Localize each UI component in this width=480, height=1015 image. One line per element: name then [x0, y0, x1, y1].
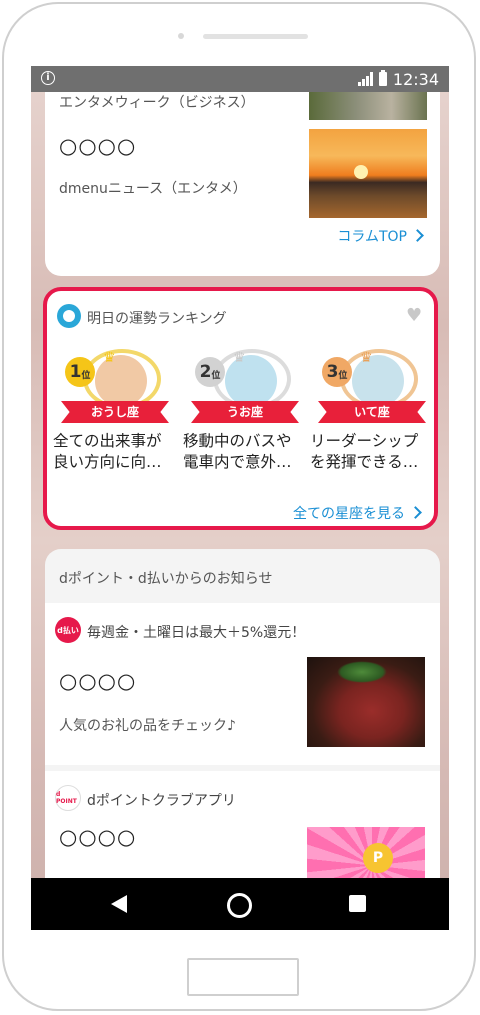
column-subtitle: エンタメウィーク（ビジネス） — [59, 95, 255, 111]
home-icon[interactable] — [227, 893, 252, 918]
notice-item-dbarai[interactable]: d払い 毎週金・土曜日は最大＋5%還元！ ○○○○ 人気のお礼の品をチェック♪ — [45, 603, 440, 765]
fortune-title: 明日の運勢ランキング — [87, 311, 227, 327]
column-thumbnail-top — [309, 88, 427, 120]
rank-desc-line1: 全ての出来事が — [53, 432, 162, 450]
rank-description: 全ての出来事が 良い方向に向… — [53, 431, 177, 473]
chevron-right-icon — [411, 229, 424, 242]
rank-description: リーダーシップ を発揮できる… — [310, 431, 434, 473]
android-nav-bar — [31, 878, 449, 930]
chevron-right-icon — [409, 506, 422, 519]
rank-suffix: 位 — [211, 371, 221, 381]
all-signs-link[interactable]: 全ての星座を見る — [293, 503, 422, 523]
rank-number: 1 — [69, 362, 82, 382]
column-headline[interactable]: ○○○○ — [59, 134, 136, 158]
speaker-grille — [203, 34, 308, 39]
rank-desc-line1: 移動中のバスや — [183, 432, 292, 450]
dpoint-logo-icon: d POINT — [55, 785, 81, 811]
column-top-link[interactable]: コラムTOP — [337, 226, 424, 246]
rank-number: 3 — [326, 362, 339, 382]
rank-suffix: 位 — [338, 371, 348, 381]
sign-ribbon: おうし座 — [61, 401, 169, 423]
back-icon[interactable] — [111, 895, 127, 913]
rank-desc-line2: 電車内で意外… — [183, 453, 292, 471]
steak-image[interactable] — [307, 657, 425, 747]
rank-suffix: 位 — [81, 371, 91, 381]
column-top-link-label: コラムTOP — [337, 229, 407, 245]
signal-icon — [357, 72, 373, 86]
fortune-ranking-card[interactable]: 明日の運勢ランキング ♥ ♛ 1位 おうし座 全ての出来事が 良い方向に向… ♛… — [43, 287, 438, 530]
rank-number: 2 — [199, 362, 212, 382]
sign-ribbon: いて座 — [318, 401, 426, 423]
notice-title: dポイントクラブアプリ — [87, 793, 236, 809]
column-thumbnail-sunset[interactable] — [309, 129, 427, 218]
rank-medal: 2位 — [195, 357, 225, 387]
dpoint-notices-card: dポイント・d払いからのお知らせ d払い 毎週金・土曜日は最大＋5%還元！ ○○… — [45, 549, 440, 930]
sign-ribbon: うお座 — [191, 401, 299, 423]
sun-graphic — [354, 165, 368, 179]
front-camera — [178, 33, 184, 39]
crown-icon: ♛ — [360, 350, 373, 366]
notice-title: 毎週金・土曜日は最大＋5%還元！ — [87, 625, 306, 641]
all-signs-link-label: 全ての星座を見る — [293, 506, 405, 522]
crown-icon: ♛ — [233, 350, 246, 366]
rank-desc-line1: リーダーシップ — [310, 432, 419, 450]
recent-apps-icon[interactable] — [349, 895, 366, 912]
column-card[interactable]: エンタメウィーク（ビジネス） ○○○○ dmenuニュース（エンタメ） コラムT… — [45, 66, 440, 276]
battery-icon — [378, 70, 387, 86]
rank-medal: 3位 — [322, 357, 352, 387]
rank-item-1[interactable]: ♛ 1位 おうし座 全ての出来事が 良い方向に向… — [53, 345, 177, 475]
crown-icon: ♛ — [103, 350, 116, 366]
screen: エンタメウィーク（ビジネス） ○○○○ dmenuニュース（エンタメ） コラムT… — [31, 66, 449, 930]
rank-medal: 1位 — [65, 357, 95, 387]
notices-header: dポイント・d払いからのお知らせ — [59, 571, 273, 587]
herb-garnish — [337, 661, 387, 683]
dbarai-logo-icon: d払い — [55, 617, 81, 643]
column-source: dmenuニュース（エンタメ） — [59, 181, 247, 197]
rank-item-3[interactable]: ♛ 3位 いて座 リーダーシップ を発揮できる… — [310, 345, 434, 475]
rank-desc-line2: を発揮できる… — [310, 453, 419, 471]
rank-item-2[interactable]: ♛ 2位 うお座 移動中のバスや 電車内で意外… — [183, 345, 307, 475]
coin-icon: P — [363, 843, 393, 873]
status-time: 12:34 — [392, 69, 439, 89]
status-icons: 12:34 — [357, 69, 439, 89]
hardware-home-button[interactable] — [187, 958, 299, 996]
status-bar: i 12:34 — [31, 66, 449, 92]
notice-headline[interactable]: ○○○○ — [59, 669, 136, 693]
notice-headline[interactable]: ○○○○ — [59, 825, 136, 849]
notice-text: 人気のお礼の品をチェック♪ — [59, 718, 236, 734]
favorite-heart-icon[interactable]: ♥ — [406, 307, 424, 325]
info-icon: i — [41, 71, 55, 85]
rank-description: 移動中のバスや 電車内で意外… — [183, 431, 307, 473]
rank-desc-line2: 良い方向に向… — [53, 453, 162, 471]
fortune-icon — [57, 304, 81, 328]
